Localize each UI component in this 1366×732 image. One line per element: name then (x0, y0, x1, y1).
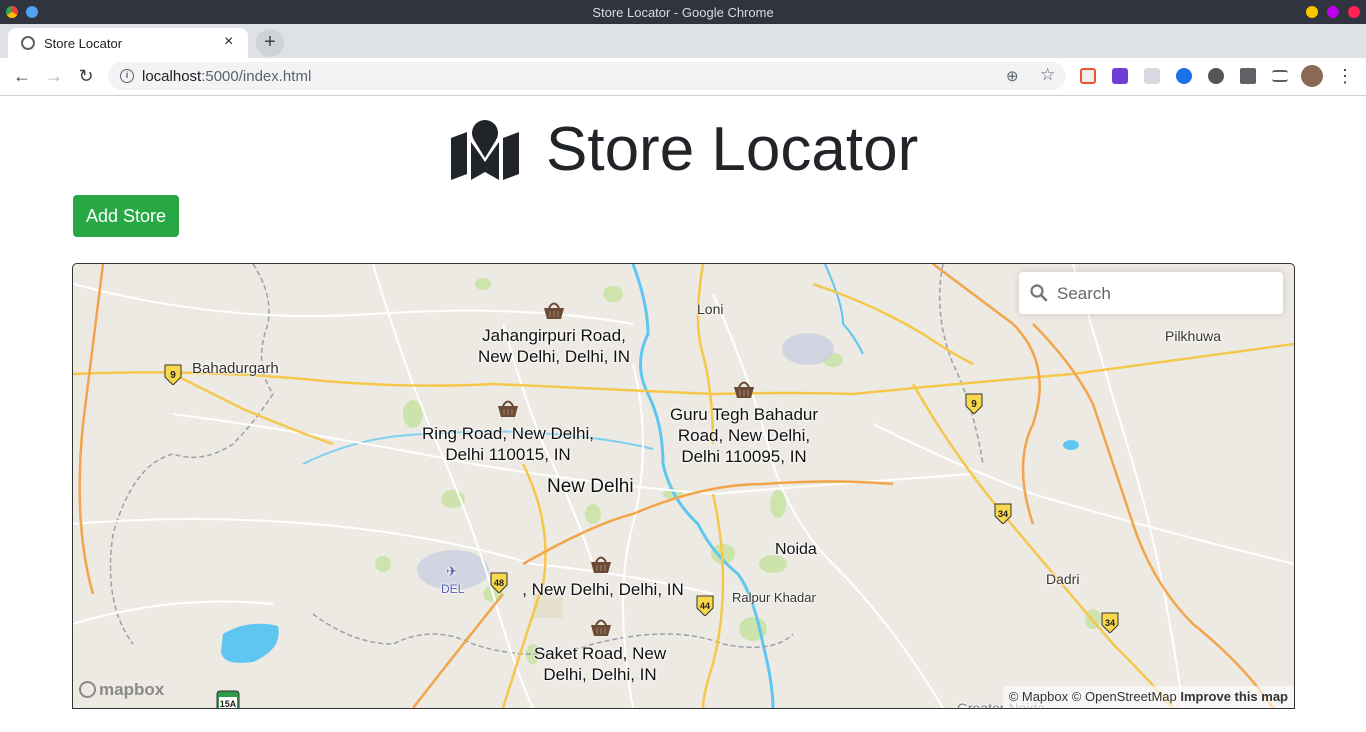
svg-text:48: 48 (494, 578, 504, 588)
place-label-dadri: Dadri (1046, 571, 1080, 587)
store-marker-basket-icon[interactable] (543, 300, 565, 320)
minimize-window-button[interactable] (1306, 6, 1318, 18)
mapbox-logo-text: mapbox (99, 680, 165, 699)
place-label-bahadurgarh: Bahadurgarh (192, 360, 279, 377)
map-attribution: © Mapbox © OpenStreetMap Improve this ma… (1002, 686, 1294, 708)
url-text[interactable]: localhost:5000/index.html (142, 68, 311, 85)
highway-shield-9-west: 9 (164, 364, 182, 385)
highway-shield-34-north: 34 (994, 503, 1012, 524)
extension-icon-2[interactable] (1112, 68, 1128, 84)
store-marker-basket-icon[interactable] (497, 398, 519, 418)
map-marker-icon (451, 120, 519, 180)
new-tab-button[interactable]: + (256, 29, 284, 57)
store-label-jahangirpuri[interactable]: Jahangirpuri Road, New Delhi, Delhi, IN (469, 325, 639, 367)
store-label-ring-road[interactable]: Ring Road, New Delhi, Delhi 110015, IN (413, 423, 603, 465)
store-label-line: Road, New Delhi, (677, 426, 811, 445)
store-label-line: Saket Road, New (533, 644, 667, 663)
place-label-loni: Loni (697, 301, 724, 317)
mapbox-logo[interactable]: mapbox (79, 680, 164, 700)
svg-text:44: 44 (700, 601, 710, 611)
tab-label: Store Locator (44, 36, 123, 51)
tab-strip: Store Locator × + (0, 24, 1366, 58)
profile-avatar[interactable] (1301, 65, 1323, 87)
store-label-line: , New Delhi, Delhi, IN (522, 580, 684, 599)
page-title: Store Locator (546, 115, 919, 184)
svg-text:9: 9 (971, 399, 977, 410)
close-tab-icon[interactable]: × (224, 33, 233, 51)
improve-map-link[interactable]: Improve this map (1180, 689, 1288, 704)
store-label-guru-tegh-bahadur[interactable]: Guru Tegh Bahadur Road, New Delhi, Delhi… (659, 404, 829, 467)
back-button[interactable]: ← (11, 65, 33, 87)
store-label-line: Ring Road, New Delhi, (422, 424, 594, 443)
highway-shield-15a: 15A (216, 690, 240, 708)
svg-text:15A: 15A (220, 699, 237, 708)
reading-list-icon[interactable] (1272, 70, 1288, 82)
place-label-noida: Noida (775, 541, 817, 558)
store-label-new-delhi[interactable]: , New Delhi, Delhi, IN (513, 579, 693, 600)
highway-shield-48: 48 (490, 572, 508, 593)
chrome-menu-icon[interactable]: ⋮ (1334, 65, 1356, 87)
bookmark-star-icon[interactable]: ☆ (1040, 65, 1055, 85)
puzzle-extensions-icon[interactable] (1240, 68, 1256, 84)
search-input[interactable] (1055, 278, 1279, 310)
place-label-new-delhi: New Delhi (547, 476, 634, 497)
tab-store-locator[interactable]: Store Locator × (8, 28, 248, 58)
place-label-pilkhuwa: Pilkhuwa (1165, 328, 1222, 344)
highway-shield-9-east: 9 (965, 393, 983, 414)
airport-icon: ✈ (446, 563, 458, 579)
store-marker-basket-icon[interactable] (733, 379, 755, 399)
site-info-icon[interactable]: i (120, 69, 134, 83)
map-search-box[interactable] (1019, 272, 1283, 314)
attribution-osm-link[interactable]: © OpenStreetMap (1072, 689, 1177, 704)
attribution-mapbox-link[interactable]: © Mapbox (1009, 689, 1068, 704)
highway-shield-44: 44 (696, 595, 714, 616)
page-header: Store Locator (0, 110, 1366, 194)
svg-text:34: 34 (1105, 618, 1115, 628)
svg-text:9: 9 (170, 370, 176, 381)
browser-toolbar: ← → ↻ i localhost:5000/index.html ⊕ ☆ ⋮ (0, 58, 1366, 96)
url-path: :5000/index.html (201, 68, 312, 85)
add-store-button[interactable]: Add Store (73, 195, 179, 237)
globe-icon (21, 36, 35, 50)
mapbox-logo-icon (79, 681, 96, 698)
place-label-ralpur-khadar: Ralpur Khadar (732, 590, 816, 605)
svg-text:34: 34 (998, 509, 1008, 519)
store-label-line: Delhi 110015, IN (445, 445, 571, 464)
close-window-button[interactable] (1348, 6, 1360, 18)
extension-icon-3[interactable] (1144, 68, 1160, 84)
store-label-saket-road[interactable]: Saket Road, New Delhi, Delhi, IN (525, 643, 675, 685)
extension-icon-5[interactable] (1208, 68, 1224, 84)
store-label-line: New Delhi, Delhi, IN (477, 347, 631, 366)
map-basemap (73, 264, 1294, 708)
window-title: Store Locator - Google Chrome (592, 5, 774, 20)
store-marker-basket-icon[interactable] (590, 617, 612, 637)
airport-label-del: DEL (441, 582, 465, 596)
maximize-window-button[interactable] (1327, 6, 1339, 18)
store-label-line: Delhi 110095, IN (681, 447, 807, 466)
store-marker-basket-icon[interactable] (590, 554, 612, 574)
highway-shield-34-south: 34 (1101, 612, 1119, 633)
url-host: localhost (142, 68, 202, 85)
store-map[interactable]: Loni Bahadurgarh Pilkhuwa New Delhi Noid… (72, 263, 1295, 709)
search-icon (1030, 284, 1048, 302)
zoom-icon[interactable]: ⊕ (1006, 67, 1019, 85)
reload-button[interactable]: ↻ (75, 65, 97, 87)
store-label-line: Jahangirpuri Road, (482, 326, 626, 345)
address-bar[interactable]: i localhost:5000/index.html ⊕ ☆ (108, 62, 1066, 90)
forward-button[interactable]: → (43, 65, 65, 87)
window-titlebar: Store Locator - Google Chrome (0, 0, 1366, 24)
store-label-line: Guru Tegh Bahadur (669, 405, 819, 424)
store-label-line: Delhi, Delhi, IN (543, 665, 657, 684)
extension-icon-1[interactable] (1080, 68, 1096, 84)
extension-icon-4[interactable] (1176, 68, 1192, 84)
